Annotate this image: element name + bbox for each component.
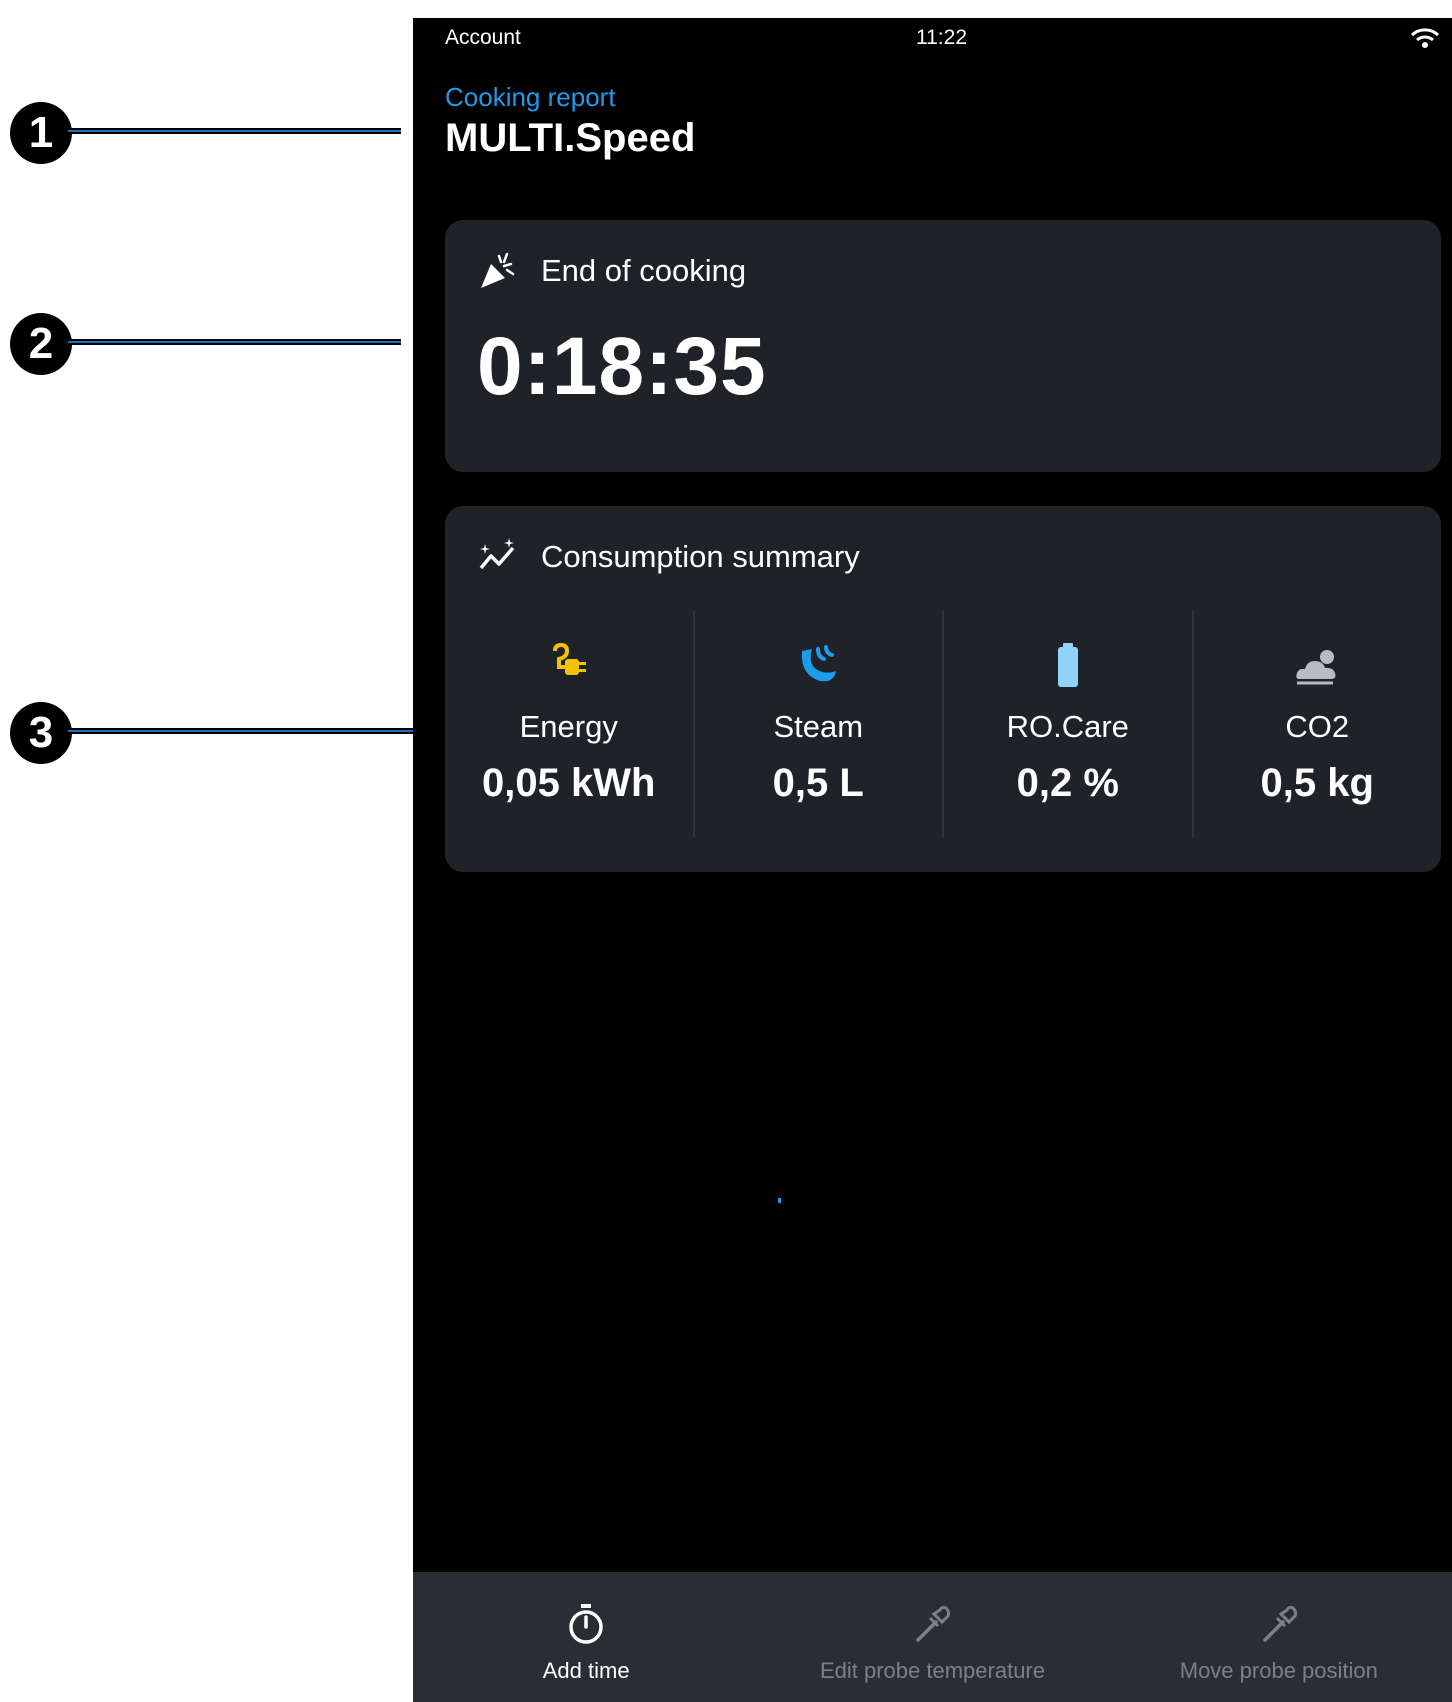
- consumption-metrics: Energy 0,05 kWh Steam 0,5 L RO.Care 0,2 …: [445, 611, 1441, 837]
- callout-2: 2: [10, 313, 72, 375]
- metric-value: 0,5 kg: [1260, 761, 1374, 805]
- metric-label: Energy: [519, 709, 618, 744]
- metric-value: 0,2 %: [1016, 761, 1119, 805]
- metric-label: CO2: [1285, 709, 1350, 744]
- battery-icon: [1057, 643, 1078, 687]
- page-title: MULTI.Speed: [445, 116, 696, 160]
- probe-icon: [1263, 1605, 1297, 1642]
- metric-steam: Steam 0,5 L: [692, 611, 943, 837]
- metric-value: 0,5 L: [772, 761, 864, 805]
- metric-label: Steam: [773, 709, 864, 744]
- move-probe-position-label: Move probe position: [1179, 1658, 1378, 1683]
- cloud-icon: [1296, 650, 1336, 685]
- consumption-summary-card: Consumption summary Energy 0,05 kWh Stea…: [445, 506, 1441, 872]
- plug-icon: [552, 642, 586, 675]
- status-account[interactable]: Account: [445, 26, 521, 50]
- add-time-label: Add time: [542, 1658, 630, 1683]
- callout-3: 3: [10, 702, 72, 764]
- add-time-button[interactable]: Add time: [413, 1572, 759, 1702]
- stopwatch-icon: [569, 1604, 603, 1644]
- breadcrumb[interactable]: Cooking report: [445, 82, 616, 113]
- metric-co2: CO2 0,5 kg: [1191, 611, 1442, 837]
- callout-3-leader: [68, 728, 457, 734]
- callout-2-leader: [68, 339, 401, 345]
- move-probe-position-button[interactable]: Move probe position: [1106, 1572, 1452, 1702]
- callout-1-leader: [68, 128, 401, 134]
- status-time: 11:22: [916, 26, 967, 49]
- edit-probe-temperature-label: Edit probe temperature: [819, 1658, 1045, 1683]
- sparkle-trend-icon: [479, 538, 515, 570]
- metric-ro-care: RO.Care 0,2 %: [942, 611, 1192, 837]
- metric-energy: Energy 0,05 kWh: [445, 611, 693, 837]
- probe-icon: [916, 1605, 951, 1642]
- loading-indicator: [778, 1198, 781, 1203]
- status-bar: Account 11:22: [413, 18, 1452, 58]
- metric-label: RO.Care: [1006, 709, 1129, 744]
- bottom-action-bar: Add time Edit probe temperature Move pro…: [413, 1572, 1452, 1702]
- consumption-summary-label: Consumption summary: [541, 539, 860, 574]
- callout-1: 1: [10, 102, 72, 164]
- metric-value: 0,05 kWh: [482, 761, 656, 805]
- end-of-cooking-label: End of cooking: [541, 253, 747, 288]
- steam-icon: [802, 645, 837, 682]
- party-popper-icon: [481, 252, 515, 288]
- cooking-time: 0:18:35: [477, 321, 767, 412]
- edit-probe-temperature-button[interactable]: Edit probe temperature: [759, 1572, 1105, 1702]
- end-of-cooking-card: End of cooking 0:18:35: [445, 220, 1441, 472]
- device-screen: Account 11:22 Cooking report MULTI.Speed…: [413, 18, 1452, 1702]
- wifi-icon: [1410, 28, 1440, 48]
